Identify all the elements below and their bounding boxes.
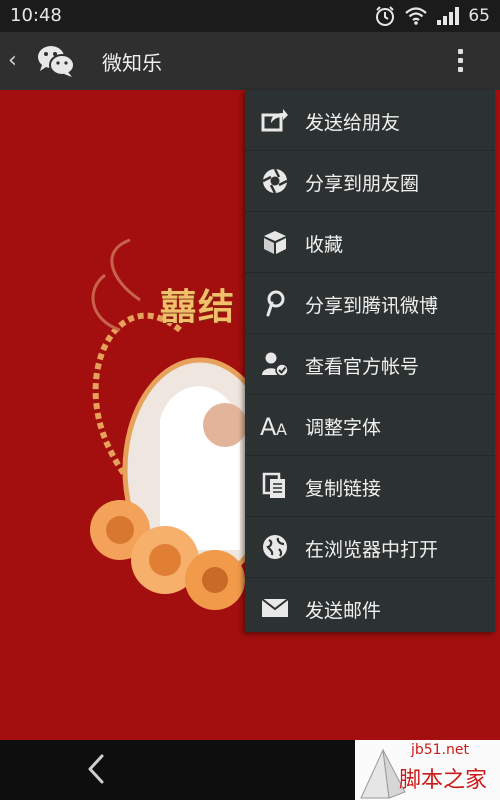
more-vertical-icon[interactable] [450, 46, 470, 76]
menu-item-label: 在浏览器中打开 [305, 539, 439, 561]
chevron-left-icon[interactable]: ‹ [8, 48, 17, 73]
menu-item-favorite[interactable]: 收藏 [245, 212, 495, 273]
menu-item-label: 发送邮件 [305, 600, 382, 622]
watermark: jb51.net 脚本之家 [355, 740, 500, 800]
wechat-icon[interactable] [36, 43, 76, 83]
copy-icon [260, 472, 290, 500]
svg-text:A: A [276, 420, 287, 438]
font-size-icon: AA [260, 411, 290, 439]
cube-icon [260, 228, 290, 256]
menu-item-send-to-friend[interactable]: 发送给朋友 [245, 90, 495, 151]
menu-item-label: 收藏 [305, 234, 344, 256]
overflow-menu: 发送给朋友 分享到朋友圈 收藏 分享到腾讯微博 查看官方帐号 AA 调整字体 复… [245, 90, 495, 632]
share-forward-icon [260, 106, 290, 134]
svg-text:A: A [260, 413, 277, 438]
nav-back-icon[interactable] [84, 752, 108, 795]
menu-item-label: 发送给朋友 [305, 112, 401, 134]
alarm-icon [374, 5, 396, 27]
signal-icon [436, 6, 460, 26]
globe-icon [260, 533, 290, 561]
menu-item-label: 调整字体 [305, 417, 382, 439]
watermark-domain: jb51.net [411, 742, 470, 758]
battery-level: 65 [468, 6, 490, 26]
menu-item-adjust-font[interactable]: AA 调整字体 [245, 395, 495, 456]
weibo-icon [260, 289, 290, 317]
status-bar: 10:48 65 [0, 0, 500, 32]
wifi-icon [404, 6, 428, 26]
menu-item-label: 分享到腾讯微博 [305, 295, 439, 317]
watermark-text: 脚本之家 [399, 768, 488, 793]
menu-item-view-official-account[interactable]: 查看官方帐号 [245, 334, 495, 395]
menu-item-label: 分享到朋友圈 [305, 173, 420, 195]
aperture-icon [260, 167, 290, 195]
user-check-icon [260, 350, 290, 378]
menu-item-share-weibo[interactable]: 分享到腾讯微博 [245, 273, 495, 334]
status-time: 10:48 [10, 5, 62, 26]
menu-item-share-moments[interactable]: 分享到朋友圈 [245, 151, 495, 212]
menu-item-open-in-browser[interactable]: 在浏览器中打开 [245, 517, 495, 578]
menu-item-copy-link[interactable]: 复制链接 [245, 456, 495, 517]
menu-item-label: 查看官方帐号 [305, 356, 420, 378]
poster-title: 囍结 [160, 286, 237, 328]
menu-item-label: 复制链接 [305, 478, 382, 500]
navigation-bar: jb51.net 脚本之家 [0, 740, 500, 800]
menu-item-send-email[interactable]: 发送邮件 [245, 578, 495, 638]
page-title: 微知乐 [102, 51, 162, 75]
mail-icon [260, 594, 290, 622]
app-bar: ‹ 微知乐 [0, 32, 500, 90]
status-icons: 65 [374, 5, 490, 27]
